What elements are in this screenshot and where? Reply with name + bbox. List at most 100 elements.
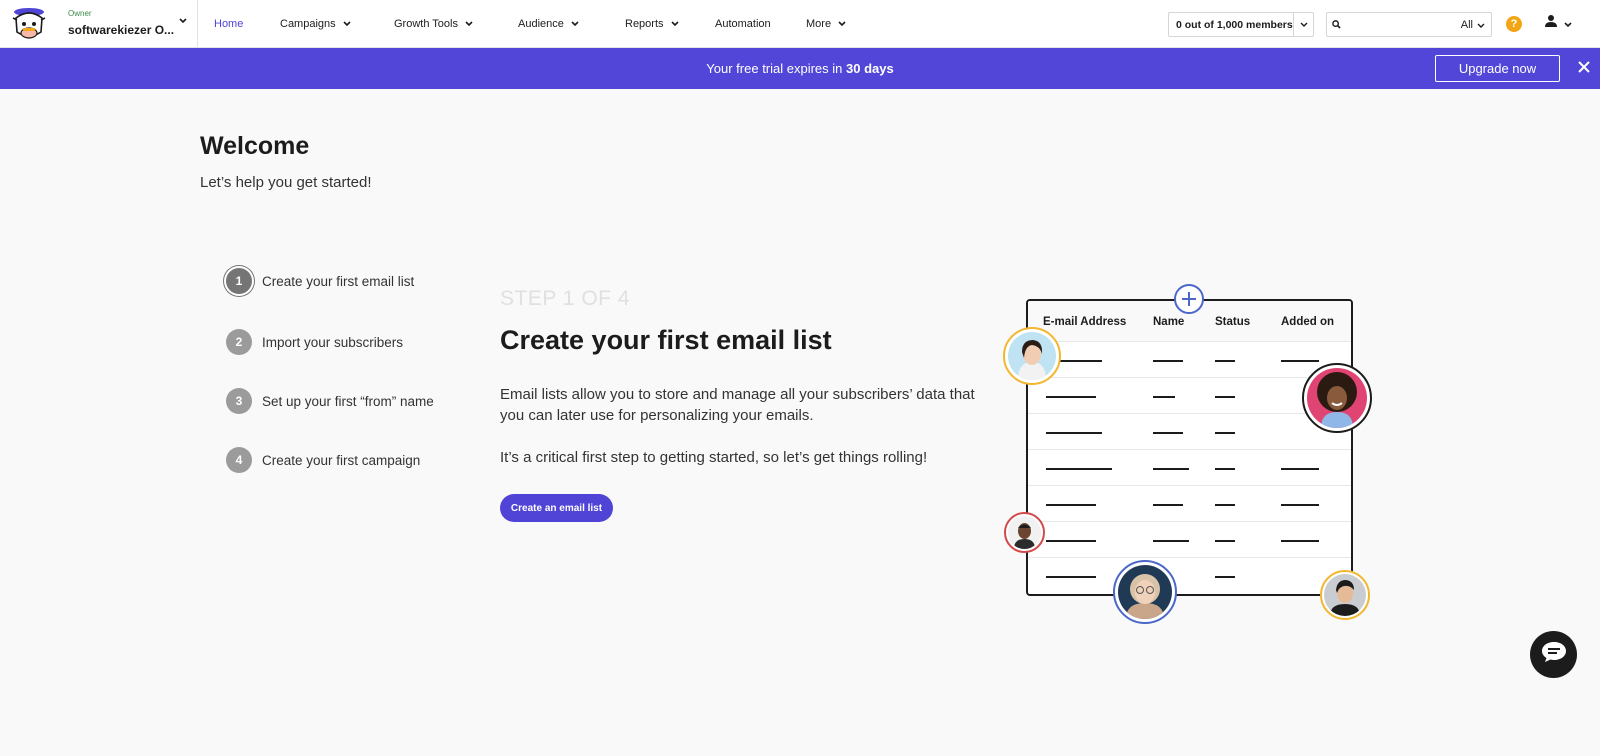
account-name: softwarekiezer O... — [68, 22, 175, 37]
step-heading: Create your first email list — [500, 325, 832, 355]
step-item-1[interactable]: 1 Create your first email list — [226, 268, 414, 294]
account-role: Owner — [68, 8, 92, 18]
placeholder-line — [1215, 360, 1235, 362]
nav-audience[interactable]: Audience — [518, 0, 579, 48]
nav-reports[interactable]: Reports — [625, 0, 679, 48]
column-header: Status — [1215, 316, 1251, 328]
avatar-older-woman-icon — [1118, 565, 1172, 619]
page-subtitle: Let’s help you get started! — [200, 174, 372, 191]
trial-days: 30 days — [846, 61, 894, 76]
placeholder-line — [1215, 396, 1235, 398]
placeholder-line — [1153, 468, 1189, 470]
placeholder-line — [1046, 504, 1096, 506]
mailerlite-logo[interactable] — [0, 0, 58, 48]
illustration-table: E-mail Address Name Status Added on — [1026, 299, 1353, 596]
avatar-young-man-icon — [1324, 574, 1366, 616]
placeholder-row — [1028, 413, 1351, 450]
nav-home[interactable]: Home — [214, 0, 243, 48]
chevron-down-icon — [1564, 15, 1572, 33]
chat-support-button[interactable] — [1530, 631, 1577, 678]
help-label: ? — [1510, 18, 1518, 30]
chevron-down-icon — [179, 17, 187, 24]
step-number: 4 — [226, 447, 252, 473]
placeholder-line — [1153, 360, 1183, 362]
chevron-down-icon[interactable] — [1477, 16, 1491, 34]
step-number: 3 — [226, 388, 252, 414]
placeholder-line — [1281, 360, 1319, 362]
step-number: 1 — [226, 268, 252, 294]
avatar — [1003, 327, 1061, 385]
avatar-woman-curly-icon — [1307, 368, 1367, 428]
placeholder-line — [1215, 576, 1235, 578]
nav-audience-label: Audience — [518, 18, 564, 30]
create-email-list-button[interactable]: Create an email list — [500, 494, 613, 522]
help-icon[interactable]: ? — [1506, 16, 1522, 32]
nav-home-label: Home — [214, 18, 244, 30]
user-menu[interactable] — [1544, 14, 1572, 33]
chevron-down-icon — [465, 21, 473, 27]
placeholder-row — [1028, 557, 1351, 594]
placeholder-line — [1046, 540, 1096, 542]
placeholder-line — [1153, 432, 1183, 434]
member-count: 0 out of 1,000 members — [1176, 18, 1293, 31]
search-input[interactable] — [1345, 18, 1461, 31]
column-header: Name — [1153, 316, 1185, 328]
placeholder-line — [1215, 468, 1235, 470]
placeholder-line — [1153, 504, 1183, 506]
nav-campaigns-label: Campaigns — [280, 18, 336, 30]
search-icon — [1327, 20, 1345, 29]
nav-more-label: More — [806, 18, 832, 30]
step-item-4[interactable]: 4 Create your first campaign — [226, 447, 420, 473]
chevron-down-icon — [670, 21, 679, 27]
close-icon[interactable] — [1576, 59, 1592, 75]
step-indicator: STEP 1 OF 4 — [500, 287, 630, 310]
step-label: Set up your first “from” name — [262, 393, 434, 409]
avatar — [1320, 570, 1370, 620]
nav-campaigns[interactable]: Campaigns — [280, 0, 351, 48]
avatar-woman-icon — [1008, 332, 1056, 380]
chevron-down-icon — [571, 21, 579, 27]
chevron-down-icon — [343, 21, 351, 27]
trial-banner: Your free trial expires in 30 days Upgra… — [0, 48, 1600, 89]
step-number: 2 — [226, 329, 252, 355]
chevron-down-icon — [838, 21, 846, 27]
step-label: Import your subscribers — [262, 334, 404, 350]
placeholder-line — [1153, 396, 1175, 398]
chevron-down-icon[interactable] — [1293, 13, 1313, 36]
step-description: Email lists allow you to store and manag… — [500, 386, 975, 424]
chat-bubble-icon — [1541, 641, 1567, 668]
nav-growth-tools-label: Growth Tools — [394, 18, 458, 30]
placeholder-line — [1215, 432, 1235, 434]
avatar — [1302, 363, 1372, 433]
placeholder-line — [1281, 504, 1319, 506]
placeholder-line — [1215, 504, 1235, 506]
cow-logo-icon — [12, 7, 46, 39]
column-header: E-mail Address — [1043, 316, 1127, 328]
step-label: Create your first email list — [262, 273, 415, 289]
account-switcher[interactable]: Owner softwarekiezer O... — [58, 0, 198, 48]
user-icon — [1544, 14, 1558, 33]
step-item-3[interactable]: 3 Set up your first “from” name — [226, 388, 434, 414]
placeholder-line — [1046, 468, 1112, 470]
step-item-2[interactable]: 2 Import your subscribers — [226, 329, 403, 355]
page-title: Welcome — [200, 132, 310, 160]
trial-message-text: Your free trial expires in — [706, 61, 846, 76]
placeholder-line — [1281, 468, 1319, 470]
step-label: Create your first campaign — [262, 452, 421, 468]
placeholder-line — [1046, 576, 1096, 578]
upgrade-button[interactable]: Upgrade now — [1435, 55, 1560, 82]
top-navigation: Owner softwarekiezer O... Home Campaigns… — [0, 0, 1600, 48]
nav-automation[interactable]: Automation — [715, 0, 771, 48]
avatar — [1004, 512, 1045, 553]
plus-icon — [1174, 284, 1204, 314]
placeholder-line — [1281, 540, 1319, 542]
nav-more[interactable]: More — [806, 0, 846, 48]
step-description-secondary: It’s a critical first step to getting st… — [500, 449, 928, 466]
placeholder-line — [1046, 432, 1102, 434]
nav-growth-tools[interactable]: Growth Tools — [394, 0, 473, 48]
placeholder-row — [1028, 485, 1351, 522]
placeholder-row — [1028, 449, 1351, 486]
avatar — [1113, 560, 1177, 624]
search-scope-select[interactable]: All — [1461, 19, 1477, 31]
member-count-selector[interactable]: 0 out of 1,000 members — [1168, 12, 1314, 37]
